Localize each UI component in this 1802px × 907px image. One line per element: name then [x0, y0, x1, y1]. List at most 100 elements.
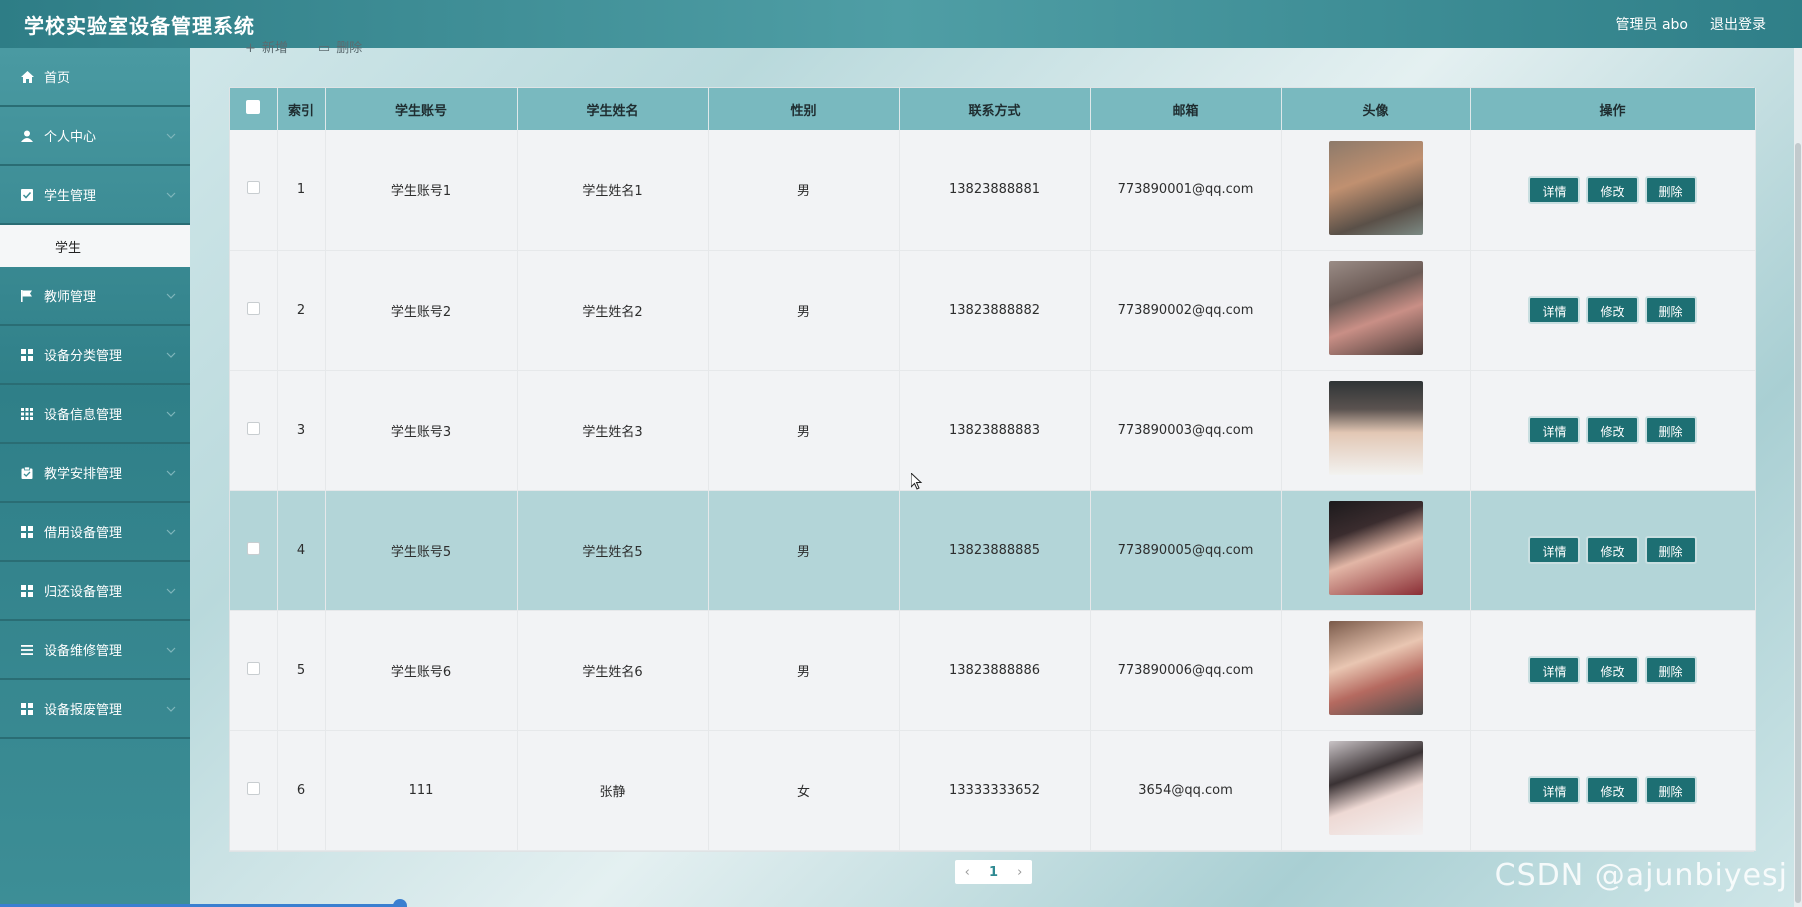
next-page-button[interactable]: › — [1017, 865, 1022, 880]
sidebar-item-label: 设备信息管理 — [44, 408, 123, 423]
grid-icon — [20, 702, 34, 716]
sidebar-item-label: 借用设备管理 — [44, 526, 123, 541]
grid-icon — [20, 525, 34, 539]
column-header-phone: 联系方式 — [899, 88, 1091, 130]
edit-button[interactable]: 修改 — [1586, 776, 1639, 804]
home-icon — [20, 70, 34, 84]
sidebar-item-category-management[interactable]: 设备分类管理 — [0, 326, 190, 385]
column-header-index: 索引 — [277, 88, 326, 130]
edit-button[interactable]: 修改 — [1586, 296, 1639, 324]
logout-link[interactable]: 退出登录 — [1710, 14, 1766, 34]
select-all-cell — [230, 88, 278, 130]
cell-index: 2 — [277, 250, 326, 371]
pagination: ‹ 1 › — [955, 860, 1032, 884]
sidebar-subitem-student[interactable]: 学生 — [0, 225, 190, 267]
batch-delete-label: 删除 — [336, 41, 363, 56]
cell-email: 773890001@qq.com — [1090, 130, 1282, 251]
row-checkbox[interactable] — [246, 661, 260, 675]
sidebar-item-label: 归还设备管理 — [44, 585, 123, 600]
edit-button[interactable]: 修改 — [1586, 175, 1639, 204]
vertical-scrollbar[interactable] — [1794, 48, 1802, 907]
current-page[interactable]: 1 — [989, 865, 998, 880]
cell-gender: 女 — [708, 730, 900, 851]
chevron-down-icon — [166, 645, 176, 655]
chevron-down-icon — [166, 586, 176, 596]
sidebar-item-label: 学生管理 — [44, 189, 97, 204]
detail-button[interactable]: 详情 — [1528, 536, 1581, 564]
sidebar-item-scrap-management[interactable]: 设备报废管理 — [0, 680, 190, 739]
sidebar-menu: 首页 个人中心 学生管理 学生 教师管理 设备分类管理 设备信息管理 教学安排管… — [0, 48, 190, 907]
edit-button[interactable]: 修改 — [1586, 416, 1639, 444]
column-header-account: 学生账号 — [325, 88, 518, 130]
checklist-icon — [20, 188, 34, 202]
sidebar-item-borrow-device-management[interactable]: 借用设备管理 — [0, 503, 190, 562]
row-checkbox[interactable] — [246, 781, 260, 795]
cell-gender: 男 — [708, 490, 900, 611]
detail-button[interactable]: 详情 — [1528, 296, 1581, 324]
cell-gender: 男 — [708, 370, 900, 491]
table-row: 3 学生账号3 学生姓名3 男 13823888883 773890003@qq… — [230, 370, 1756, 491]
select-all-checkbox[interactable] — [246, 100, 261, 114]
sidebar-item-personal-center[interactable]: 个人中心 — [0, 107, 190, 166]
avatar — [1328, 621, 1423, 715]
loading-progress-dot — [393, 899, 407, 907]
cell-account: 学生账号5 — [325, 490, 518, 611]
sidebar-item-device-info-management[interactable]: 设备信息管理 — [0, 385, 190, 444]
trash-icon: ▭ — [317, 41, 331, 56]
detail-button[interactable]: 详情 — [1528, 416, 1581, 444]
chevron-down-icon — [166, 350, 176, 360]
prev-page-button[interactable]: ‹ — [965, 865, 970, 880]
delete-button[interactable]: 删除 — [1644, 416, 1697, 444]
add-button-label: 新增 — [261, 41, 288, 56]
cell-email: 773890003@qq.com — [1090, 370, 1282, 491]
sidebar-item-student-management[interactable]: 学生管理 — [0, 166, 190, 225]
cell-gender: 男 — [708, 250, 900, 371]
cell-phone: 13823888885 — [899, 490, 1091, 611]
sidebar-item-repair-management[interactable]: 设备维修管理 — [0, 621, 190, 680]
delete-button[interactable]: 删除 — [1644, 656, 1697, 684]
table-action-bar: + 新增 ▭ 删除 — [245, 40, 362, 56]
avatar — [1328, 261, 1423, 355]
app-title: 学校实验室设备管理系统 — [24, 13, 255, 38]
delete-button[interactable]: 删除 — [1644, 776, 1697, 804]
cell-name: 学生姓名6 — [517, 610, 709, 731]
add-button[interactable]: + 新增 — [245, 40, 288, 56]
flag-icon — [20, 289, 34, 303]
row-checkbox[interactable] — [246, 181, 260, 195]
sidebar-item-label: 设备报废管理 — [44, 703, 123, 718]
sidebar-item-teaching-schedule-management[interactable]: 教学安排管理 — [0, 444, 190, 503]
edit-button[interactable]: 修改 — [1586, 536, 1639, 564]
cell-gender: 男 — [708, 130, 900, 251]
delete-button[interactable]: 删除 — [1644, 175, 1697, 204]
cell-name: 学生姓名2 — [517, 250, 709, 371]
scrollbar-thumb[interactable] — [1795, 143, 1801, 903]
apps-icon — [20, 407, 34, 421]
header-user-area: 管理员 abo 退出登录 — [1616, 14, 1766, 34]
avatar — [1328, 140, 1423, 235]
chevron-down-icon — [166, 468, 176, 478]
row-checkbox[interactable] — [246, 421, 260, 435]
detail-button[interactable]: 详情 — [1528, 175, 1581, 204]
row-checkbox[interactable] — [246, 541, 260, 555]
edit-button[interactable]: 修改 — [1586, 656, 1639, 684]
admin-user-label[interactable]: 管理员 abo — [1616, 14, 1688, 34]
sidebar-item-label: 首页 — [44, 71, 71, 86]
delete-button[interactable]: 删除 — [1644, 536, 1697, 564]
delete-button[interactable]: 删除 — [1644, 296, 1697, 324]
detail-button[interactable]: 详情 — [1528, 656, 1581, 684]
sidebar-item-return-device-management[interactable]: 归还设备管理 — [0, 562, 190, 621]
batch-delete-button[interactable]: ▭ 删除 — [318, 40, 362, 56]
cell-gender: 男 — [708, 610, 900, 731]
sidebar-item-home[interactable]: 首页 — [0, 48, 190, 107]
list-icon — [20, 643, 34, 657]
sidebar-item-teacher-management[interactable]: 教师管理 — [0, 267, 190, 326]
column-header-email: 邮箱 — [1090, 88, 1282, 130]
plus-icon: + — [245, 41, 256, 56]
table-row: 5 学生账号6 学生姓名6 男 13823888886 773890006@qq… — [230, 610, 1756, 731]
cell-name: 学生姓名1 — [517, 130, 709, 251]
avatar — [1328, 741, 1423, 835]
row-checkbox[interactable] — [246, 301, 260, 315]
cell-email: 773890005@qq.com — [1090, 490, 1282, 611]
cell-account: 学生账号1 — [325, 130, 518, 251]
detail-button[interactable]: 详情 — [1528, 776, 1581, 804]
